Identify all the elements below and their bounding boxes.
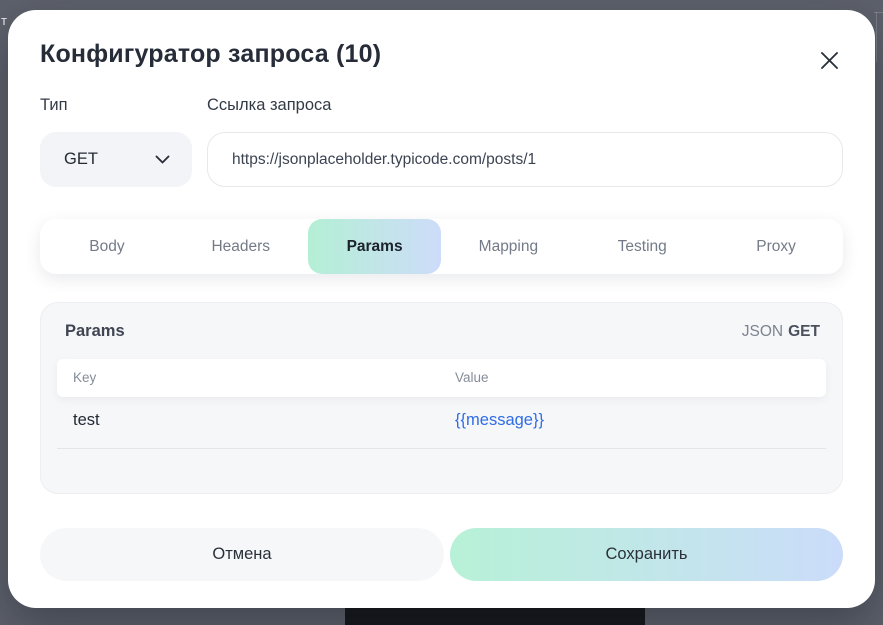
column-header-value: Value [455,370,489,385]
row-divider [57,448,826,449]
tab-params[interactable]: Params [308,219,442,274]
table-header: Key Value [57,359,826,397]
background-grid-line-vertical [876,12,877,62]
tab-mapping[interactable]: Mapping [441,219,575,274]
param-value-cell[interactable]: {{message}} [455,411,544,430]
request-configurator-modal: Конфигуратор запроса (10) Тип Ссылка зап… [8,10,875,608]
type-label: Тип [40,96,68,115]
table-row: test {{message}} [57,397,826,448]
tab-bar: Body Headers Params Mapping Testing Prox… [40,219,843,274]
tab-headers[interactable]: Headers [174,219,308,274]
close-button[interactable] [813,44,845,76]
tab-body[interactable]: Body [40,219,174,274]
tab-testing[interactable]: Testing [575,219,709,274]
params-panel-meta: JSON GET [742,323,820,341]
params-panel-title: Params [65,322,125,341]
chevron-down-icon [155,155,170,164]
url-label: Ссылка запроса [207,96,331,115]
modal-title: Конфигуратор запроса (10) [40,40,381,69]
column-header-key: Key [73,370,96,385]
method-select[interactable]: GET [40,132,192,187]
method-select-value: GET [64,150,98,169]
method-label: GET [788,323,820,340]
tab-proxy[interactable]: Proxy [709,219,843,274]
params-panel: Params JSON GET Key Value test {{message}… [40,302,843,494]
cancel-button[interactable]: Отмена [40,528,444,581]
close-icon [820,51,839,70]
param-key-cell[interactable]: test [73,411,100,430]
background-text-fragment: т [1,13,7,28]
save-button[interactable]: Сохранить [450,528,843,581]
background-band [345,608,645,625]
url-input[interactable] [207,132,843,187]
background-grid-line-horizontal [874,12,883,13]
format-label: JSON [742,323,783,340]
